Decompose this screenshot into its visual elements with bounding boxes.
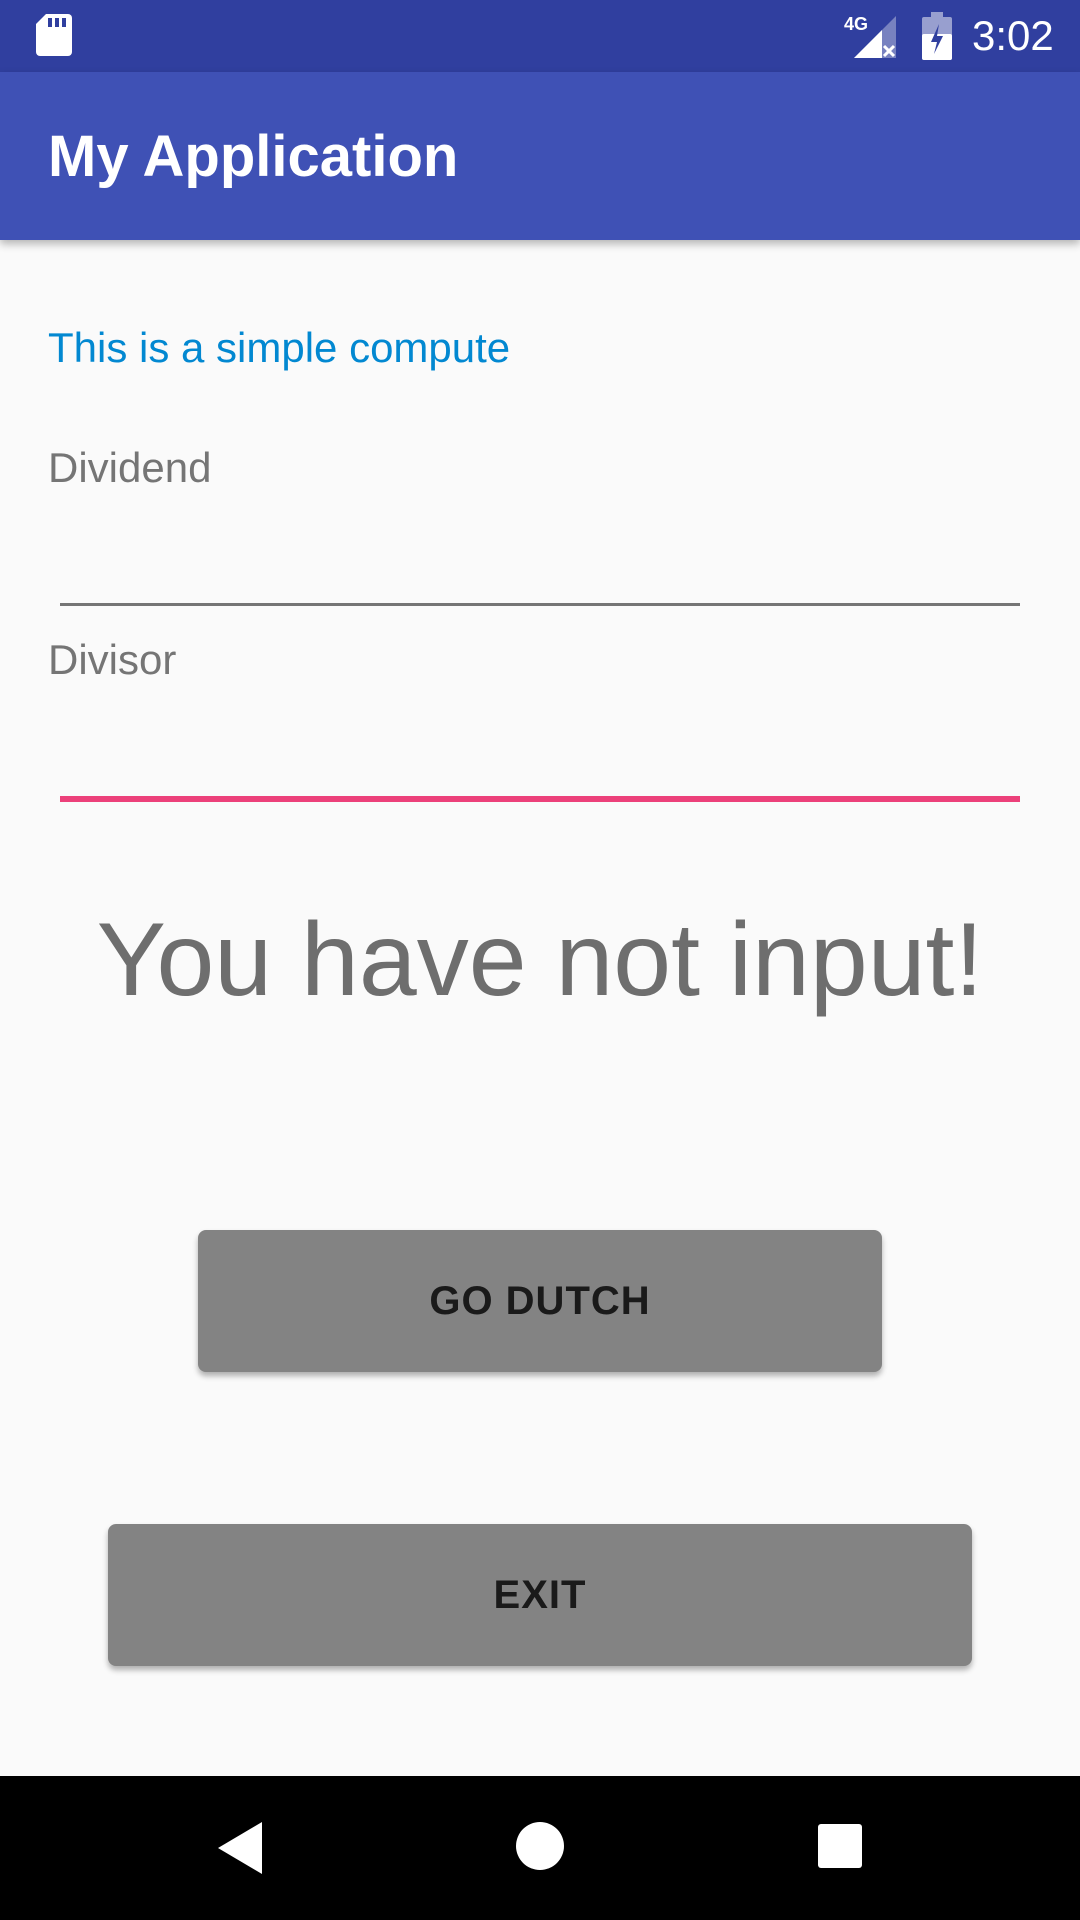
network-type-label: 4G — [844, 14, 868, 34]
sd-card-icon — [36, 14, 72, 56]
intro-text: This is a simple compute — [48, 324, 511, 371]
recent-apps-icon[interactable] — [818, 1824, 862, 1868]
app-title: My Application — [48, 124, 459, 189]
status-bar: 4G 3:02 — [0, 0, 1080, 72]
back-icon[interactable] — [216, 1820, 264, 1876]
dividend-underline — [60, 603, 1020, 606]
cellular-signal-icon: 4G — [844, 14, 896, 58]
divisor-label: Divisor — [48, 636, 177, 683]
divisor-input[interactable] — [60, 712, 1020, 792]
dividend-input[interactable] — [60, 520, 1020, 600]
home-icon[interactable] — [516, 1822, 564, 1870]
exit-button[interactable]: EXIT — [108, 1524, 972, 1666]
go-dutch-button[interactable]: GO DUTCH — [198, 1230, 882, 1372]
navigation-bar — [0, 1776, 1080, 1920]
result-message: You have not input! — [96, 902, 984, 1018]
divisor-underline — [60, 796, 1020, 802]
status-clock: 3:02 — [972, 12, 1054, 59]
dividend-label: Dividend — [48, 444, 212, 491]
battery-charging-icon — [922, 12, 952, 60]
app-bar: My Application — [0, 72, 1080, 240]
